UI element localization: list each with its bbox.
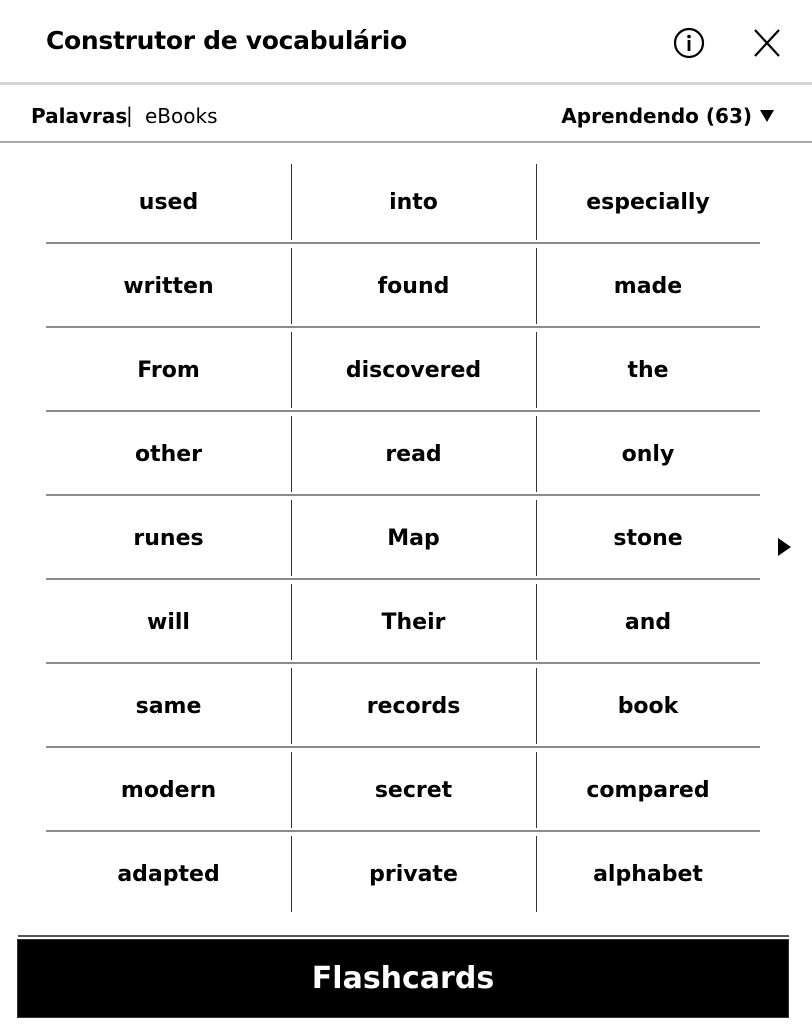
word-item[interactable]: read [291, 412, 536, 496]
footer-divider [18, 935, 789, 937]
word-item[interactable]: and [536, 580, 760, 664]
close-button[interactable] [751, 27, 783, 59]
word-row: used into especially [46, 160, 760, 244]
header: Construtor de vocabulário [0, 0, 812, 83]
word-item[interactable]: made [536, 244, 760, 328]
word-row: same records book [46, 662, 760, 748]
word-row: modern secret compared [46, 746, 760, 832]
word-item[interactable]: alphabet [536, 832, 760, 916]
word-item[interactable]: only [536, 412, 760, 496]
word-item[interactable]: stone [536, 496, 760, 580]
word-item[interactable]: used [46, 160, 291, 244]
word-item[interactable]: compared [536, 748, 760, 832]
word-item[interactable]: Map [291, 496, 536, 580]
word-grid: used into especially written found made From di… [46, 160, 760, 916]
info-icon [673, 27, 705, 59]
filter-label: Aprendendo (63) [561, 104, 752, 128]
tab-separator: | [126, 103, 133, 127]
word-item[interactable]: From [46, 328, 291, 412]
word-item[interactable]: written [46, 244, 291, 328]
word-item[interactable]: other [46, 412, 291, 496]
word-item[interactable]: records [291, 664, 536, 748]
word-item[interactable]: adapted [46, 832, 291, 916]
word-item[interactable]: runes [46, 496, 291, 580]
flashcards-button[interactable]: Flashcards [17, 939, 789, 1018]
word-item[interactable]: modern [46, 748, 291, 832]
word-row: From discovered the [46, 326, 760, 412]
dropdown-triangle-icon [760, 110, 774, 122]
word-item[interactable]: private [291, 832, 536, 916]
page-title: Construtor de vocabulário [46, 26, 407, 55]
word-item[interactable]: will [46, 580, 291, 664]
word-row: other read only [46, 410, 760, 496]
word-item[interactable]: book [536, 664, 760, 748]
word-row: will Their and [46, 578, 760, 664]
word-row: adapted private alphabet [46, 830, 760, 916]
tab-words[interactable]: Palavras [31, 104, 127, 128]
close-icon [754, 29, 780, 57]
word-item[interactable]: found [291, 244, 536, 328]
word-item[interactable]: especially [536, 160, 760, 244]
word-item[interactable]: the [536, 328, 760, 412]
next-page-icon[interactable] [778, 538, 791, 556]
word-item[interactable]: secret [291, 748, 536, 832]
word-item[interactable]: into [291, 160, 536, 244]
word-row: runes Map stone [46, 494, 760, 580]
word-item[interactable]: discovered [291, 328, 536, 412]
toolbar-divider [0, 141, 812, 143]
word-item[interactable]: Their [291, 580, 536, 664]
word-item[interactable]: same [46, 664, 291, 748]
word-row: written found made [46, 242, 760, 328]
filter-dropdown[interactable]: Aprendendo (63) [561, 104, 774, 128]
tab-ebooks[interactable]: eBooks [145, 104, 218, 128]
info-button[interactable] [673, 27, 705, 59]
